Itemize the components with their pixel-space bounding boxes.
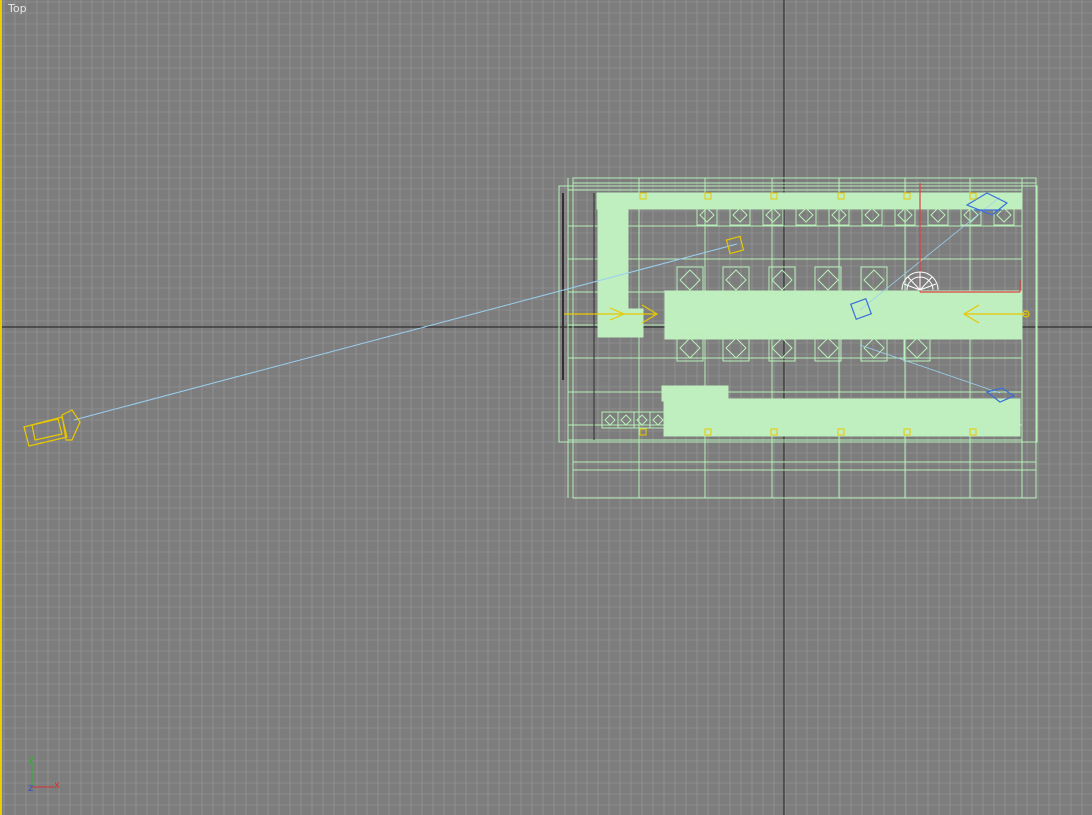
- camera-icon[interactable]: [23, 409, 81, 447]
- entry-platform[interactable]: [597, 308, 644, 338]
- bottom-counter[interactable]: [663, 398, 1021, 437]
- axis-z-label: z: [28, 783, 33, 794]
- column-marker: [639, 428, 647, 436]
- center-counter[interactable]: [664, 290, 1023, 340]
- solid-walls[interactable]: [596, 192, 1023, 437]
- top-wall[interactable]: [596, 192, 1023, 210]
- chair-icon[interactable]: [768, 266, 796, 294]
- bottom-counter-step[interactable]: [661, 385, 729, 402]
- viewport-label[interactable]: Top: [8, 2, 27, 15]
- axis-tripod: y z x: [28, 754, 60, 794]
- chair-icon[interactable]: [722, 266, 750, 294]
- chair-icon[interactable]: [676, 266, 704, 294]
- chair-icon[interactable]: [814, 266, 842, 294]
- viewport-canvas[interactable]: y z x: [2, 0, 1092, 815]
- axis-x-label: x: [54, 780, 60, 791]
- axis-y-label: y: [28, 754, 34, 765]
- spiral-stair-icon[interactable]: [901, 271, 939, 291]
- left-wall[interactable]: [597, 192, 629, 314]
- chair-icon[interactable]: [860, 266, 888, 294]
- top-viewport[interactable]: y z x Top: [0, 0, 1092, 815]
